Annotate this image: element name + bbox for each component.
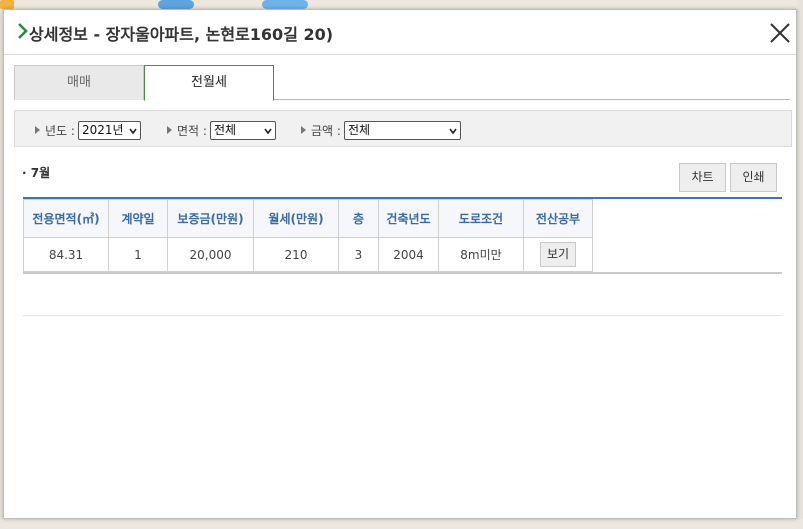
- triangle-bullet-icon: [35, 126, 40, 134]
- tab-rent[interactable]: 전월세: [144, 65, 274, 101]
- table-row: 84.31 1 20,000 210 3 2004 8m미만 보기: [23, 237, 593, 272]
- divider: [23, 315, 782, 316]
- filter-area: 면적 : 전체: [167, 120, 276, 140]
- area-select[interactable]: 전체: [209, 120, 276, 140]
- map-feature: [0, 0, 14, 9]
- filter-bar: 년도 : 2021년 면적 : 전체 금액 : 전체: [14, 110, 792, 147]
- map-edge-bottom: [0, 519, 803, 529]
- filter-amount: 금액 : 전체: [301, 120, 461, 140]
- col-header-registry: 전산공부: [523, 199, 593, 238]
- triangle-bullet-icon: [301, 126, 306, 134]
- detail-dialog: 상세정보 - 장자울아파트, 논현로160길 20) 매매 전월세 년도 : 2…: [3, 9, 797, 519]
- year-select[interactable]: 2021년: [77, 120, 141, 140]
- amount-select[interactable]: 전체: [343, 120, 461, 140]
- col-header-area: 전용면적(㎡): [23, 199, 109, 238]
- col-header-build-year: 건축년도: [378, 199, 439, 238]
- arrow-right-icon: [18, 23, 28, 39]
- year-select-value: 2021년: [81, 122, 124, 137]
- col-header-contract-day: 계약일: [108, 199, 168, 238]
- map-feature: [158, 0, 194, 9]
- col-header-monthly-rent: 월세(만원): [253, 199, 339, 238]
- table-header-row: 전용면적(㎡) 계약일 보증금(만원) 월세(만원) 층 건축년도 도로조건 전…: [23, 199, 593, 238]
- cell-contract-day: 1: [108, 237, 168, 272]
- chart-button[interactable]: 차트: [679, 163, 726, 192]
- cell-floor: 3: [338, 237, 379, 272]
- cell-monthly-rent: 210: [253, 237, 339, 272]
- filter-year-label: 년도 :: [45, 123, 75, 138]
- tab-sale[interactable]: 매매: [14, 65, 144, 100]
- dialog-header: 상세정보 - 장자울아파트, 논현로160길 20): [4, 10, 796, 55]
- cell-registry: 보기: [523, 237, 593, 272]
- close-icon[interactable]: [768, 21, 792, 45]
- chevron-down-icon: [129, 128, 137, 134]
- col-header-road: 도로조건: [438, 199, 524, 238]
- chevron-down-icon: [449, 128, 457, 134]
- table: 전용면적(㎡) 계약일 보증금(만원) 월세(만원) 층 건축년도 도로조건 전…: [23, 199, 593, 272]
- tab-bar: 매매 전월세: [14, 65, 790, 101]
- view-button[interactable]: 보기: [540, 242, 576, 267]
- chevron-down-icon: [264, 128, 272, 134]
- col-header-deposit: 보증금(만원): [167, 199, 254, 238]
- filter-amount-label: 금액 :: [311, 123, 341, 138]
- month-label: · 7월: [22, 166, 51, 180]
- print-button[interactable]: 인쇄: [730, 163, 777, 192]
- filter-area-label: 면적 :: [177, 123, 207, 138]
- area-select-value: 전체: [213, 122, 237, 137]
- cell-road: 8m미만: [438, 237, 524, 272]
- cell-area: 84.31: [23, 237, 109, 272]
- col-header-floor: 층: [338, 199, 379, 238]
- cell-build-year: 2004: [378, 237, 439, 272]
- dialog-title: 상세정보 - 장자울아파트, 논현로160길 20): [29, 25, 334, 44]
- amount-select-value: 전체: [347, 122, 371, 137]
- table-bottom-rule: [23, 272, 782, 274]
- map-edge-right: [797, 0, 803, 529]
- cell-deposit: 20,000: [167, 237, 254, 272]
- triangle-bullet-icon: [167, 126, 172, 134]
- filter-year: 년도 : 2021년: [35, 120, 141, 140]
- map-feature: [262, 0, 308, 9]
